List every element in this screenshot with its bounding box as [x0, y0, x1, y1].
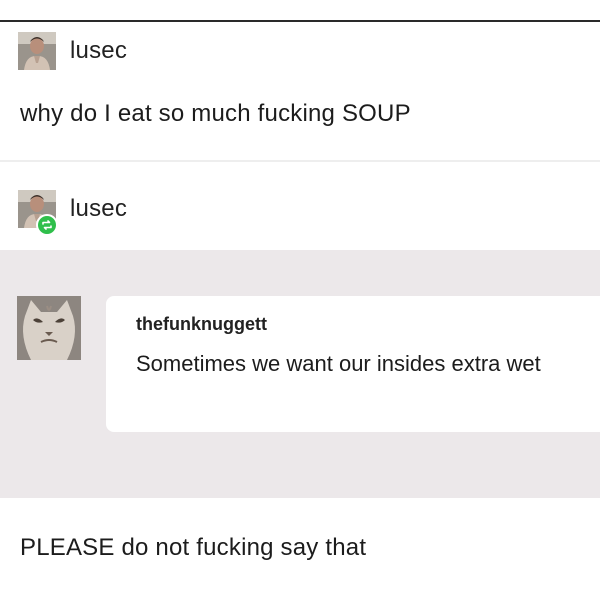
reblog-reply-text: PLEASE do not fucking say that — [20, 534, 367, 561]
reblog-header: lusec — [18, 190, 127, 236]
post-author-name[interactable]: lusec — [70, 37, 127, 65]
user-photo-avatar-icon — [18, 32, 56, 70]
asker-name[interactable]: thefunknuggett — [136, 314, 267, 335]
user-avatar[interactable] — [18, 32, 56, 70]
asker-avatar[interactable] — [17, 296, 81, 360]
reblogger-avatar[interactable] — [18, 190, 58, 236]
ask-bubble: thefunknuggett Sometimes we want our ins… — [106, 296, 600, 432]
ask-text: Sometimes we want our insides extra wet — [136, 351, 541, 376]
reblog-divider — [0, 160, 600, 162]
cat-photo-avatar-icon — [17, 296, 81, 360]
tumblr-post-screenshot: lusec why do I eat so much fucking SOUP … — [0, 0, 600, 600]
reblog-author-name[interactable]: lusec — [70, 195, 127, 223]
original-post-text: why do I eat so much fucking SOUP — [20, 100, 411, 127]
top-border — [0, 20, 600, 22]
reblog-icon — [36, 214, 58, 236]
original-post-header: lusec — [18, 32, 127, 70]
